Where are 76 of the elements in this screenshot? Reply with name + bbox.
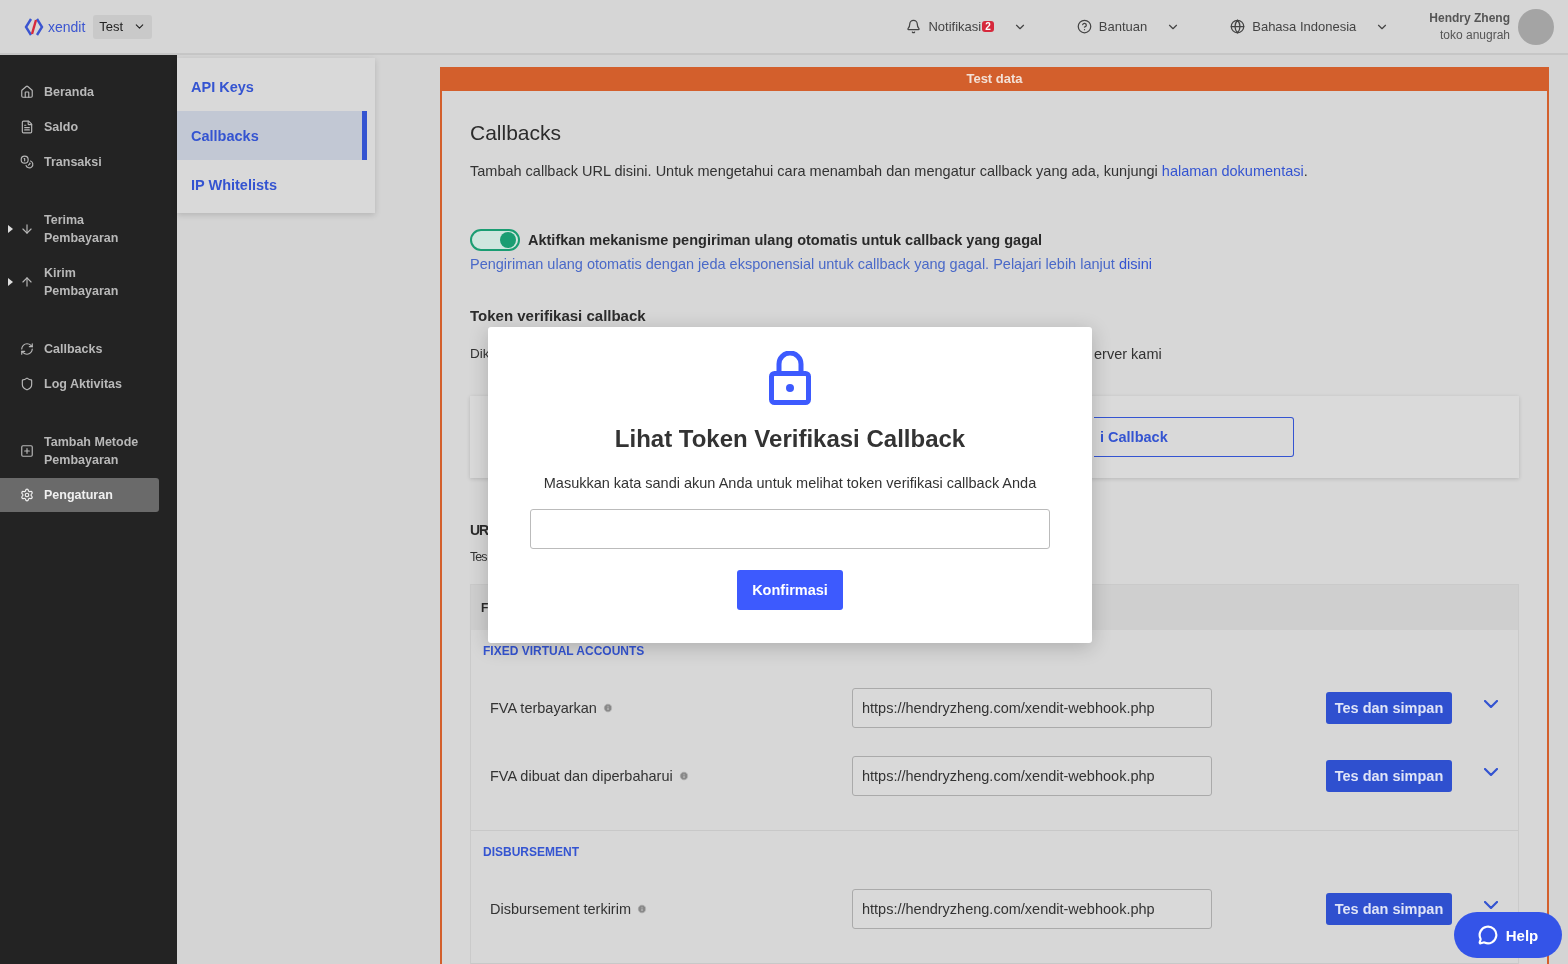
url-field[interactable]: https://hendryzheng.com/xendit-webhook.php: [852, 889, 1212, 929]
description: Tambah callback URL disini. Untuk mengetahui cara menambah dan mengatur callback yang ada, kunjungi halaman dokumentasi.: [470, 163, 1309, 179]
bell-icon: [906, 19, 922, 34]
home-icon: [20, 85, 34, 99]
dialog-message: Masukkan kata sandi akun Anda untuk melihat token verifikasi callback Anda: [543, 475, 1037, 491]
settings-icon: [20, 488, 34, 502]
url-field[interactable]: https://hendryzheng.com/xendit-webhook.php: [852, 688, 1212, 728]
sync-icon: [20, 342, 34, 356]
description: Tes: [470, 550, 487, 564]
arrow-down-icon: [20, 222, 34, 236]
shield-icon: [20, 377, 34, 391]
chevron-down-icon[interactable]: [1484, 700, 1498, 708]
callback-label: Disbursement terkirim: [490, 901, 631, 917]
dialog-title: Lihat Token Verifikasi Callback: [614, 425, 966, 453]
nav-menu[interactable]: Notifikasi 2: [906, 19, 1027, 34]
documentation-link[interactable]: halaman dokumentasi: [1161, 163, 1304, 179]
chat-icon: [1477, 925, 1498, 945]
confirm-button[interactable]: Konfirmasi: [737, 570, 843, 610]
nav-menu[interactable]: Bahasa Indonesia: [1230, 19, 1390, 34]
environment-dropdown[interactable]: Test: [93, 14, 153, 39]
info-icon[interactable]: [678, 771, 689, 781]
section-title: Callbacks: [470, 121, 563, 145]
avatar[interactable]: [1518, 8, 1554, 45]
sidebar-item[interactable]: Transaksi: [0, 145, 159, 179]
info-icon[interactable]: [602, 703, 613, 713]
submenu-item[interactable]: Callbacks: [177, 111, 367, 160]
group-heading: FIXED VIRTUAL ACCOUNTS: [482, 644, 646, 658]
password-field[interactable]: [530, 509, 1050, 549]
table-header: F: [481, 600, 489, 615]
submenu-item[interactable]: API Keys: [177, 62, 367, 111]
description: erver kami: [1094, 346, 1162, 362]
user-name: Hendry Zheng: [1429, 11, 1510, 25]
nav-menu[interactable]: Bantuan: [1076, 19, 1181, 34]
group-heading: DISBURSEMENT: [482, 845, 580, 859]
sidebar-item[interactable]: Beranda: [0, 75, 159, 109]
notification-badge: 2: [982, 21, 994, 32]
sidebar-item[interactable]: Saldo: [0, 110, 159, 144]
url-field[interactable]: https://hendryzheng.com/xendit-webhook.php: [852, 756, 1212, 796]
sidebar-item[interactable]: Log Aktivitas: [0, 367, 159, 401]
caret-right-icon: [8, 225, 13, 233]
toggle-hint: Pengiriman ulang otomatis dengan jeda eksponensial untuk callback yang gagal. Pelajari lebih lanjut disini: [470, 256, 1153, 272]
lock-icon: [769, 351, 811, 405]
help-icon: [1076, 19, 1092, 34]
section-title: Token verifikasi callback: [470, 307, 647, 324]
test-data-banner: Test data: [442, 67, 1547, 91]
toggle-label: Aktifkan mekanisme pengiriman ulang otomatis untuk callback yang gagal: [528, 232, 1043, 248]
test-save-button[interactable]: Tes dan simpan: [1326, 692, 1452, 724]
test-save-button[interactable]: Tes dan simpan: [1326, 893, 1452, 925]
test-save-button[interactable]: Tes dan simpan: [1326, 760, 1452, 792]
callback-label: FVA dibuat dan diperbaharui: [490, 768, 673, 784]
info-icon[interactable]: [637, 904, 647, 914]
chevron-down-icon[interactable]: [1484, 901, 1498, 909]
caret-right-icon: [8, 278, 13, 286]
submenu-item[interactable]: IP Whitelists: [177, 160, 367, 209]
xendit-logo[interactable]: xendit: [24, 16, 86, 37]
store-name: toko anugrah: [1439, 28, 1510, 42]
sidebar-item[interactable]: Pengaturan: [0, 478, 159, 512]
globe-icon: [1230, 19, 1246, 34]
retry-toggle[interactable]: [470, 229, 520, 251]
view-token-button[interactable]: i Callback: [1094, 417, 1294, 457]
section-title: UR: [470, 522, 489, 538]
description: Dik: [470, 346, 490, 362]
nav-label: Bahasa Indonesia: [1252, 19, 1357, 34]
plus-square-icon: [20, 444, 34, 458]
coins-icon: [20, 155, 34, 169]
nav-label: Bantuan: [1098, 19, 1148, 34]
help-button[interactable]: Help: [1454, 912, 1562, 958]
ledger-icon: [20, 120, 34, 134]
sidebar-item[interactable]: Tambah Metode Pembayaran: [0, 425, 159, 477]
nav-label: Notifikasi: [928, 19, 982, 34]
learn-more-link[interactable]: disini: [1118, 256, 1152, 272]
sidebar-item[interactable]: Callbacks: [0, 332, 159, 366]
sidebar-item[interactable]: Terima Pembayaran: [0, 203, 159, 255]
sidebar-item[interactable]: Kirim Pembayaran: [0, 256, 159, 308]
callback-label: FVA terbayarkan: [490, 700, 597, 716]
chevron-down-icon[interactable]: [1484, 768, 1498, 776]
